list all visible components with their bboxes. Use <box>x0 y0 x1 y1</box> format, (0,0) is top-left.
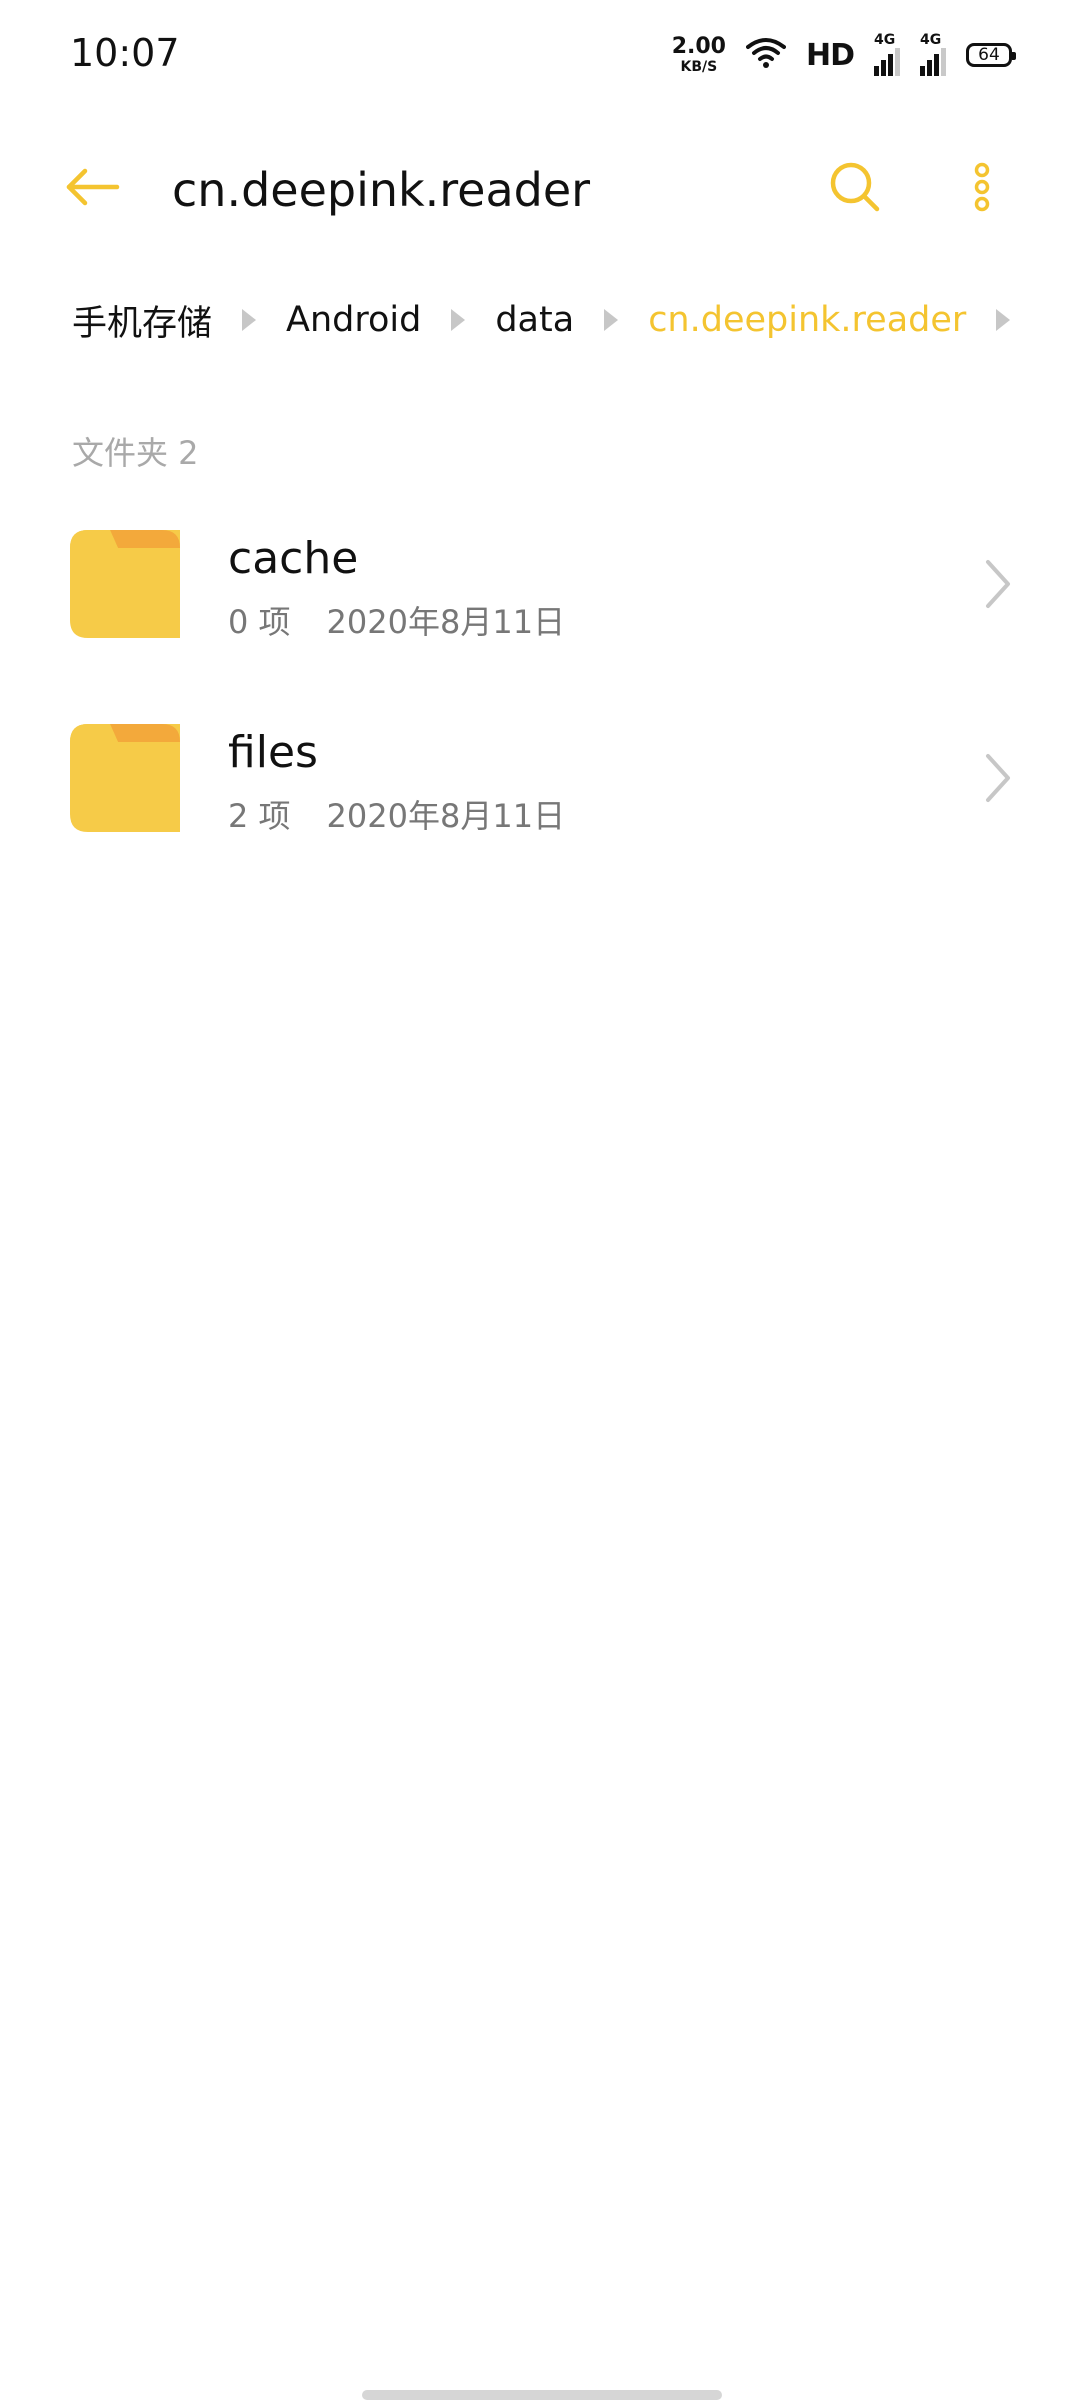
folder-date: 2020年8月11日 <box>326 797 566 835</box>
breadcrumb-item-current[interactable]: cn.deepink.reader <box>648 300 966 340</box>
more-options-button[interactable] <box>960 156 1004 222</box>
signal-sim2-label: 4G <box>920 32 942 48</box>
search-icon <box>827 159 883 219</box>
status-time: 10:07 <box>70 31 180 75</box>
signal-icon-sim1: 4G <box>874 32 900 76</box>
wifi-icon <box>745 37 786 73</box>
breadcrumb-item-data[interactable]: data <box>495 300 574 340</box>
folder-meta: 0 项 2020年8月11日 <box>228 600 565 644</box>
folder-list: cache 0 项 2020年8月11日 files 2 项 2020年8月11日 <box>0 510 1080 898</box>
arrow-left-icon <box>65 167 121 211</box>
status-bar: 10:07 2.00 KB/S HD 4G 4G 64 <box>0 0 1080 110</box>
breadcrumb-separator-icon <box>451 309 466 331</box>
hd-voice-indicator: HD <box>805 37 855 73</box>
folder-icon <box>70 528 180 638</box>
section-header-folders: 文件夹 2 <box>72 434 199 472</box>
breadcrumb-separator-icon <box>242 309 257 331</box>
list-item-folder-cache[interactable]: cache 0 项 2020年8月11日 <box>0 510 1080 704</box>
signal-icon-sim2: 4G <box>920 32 946 76</box>
folder-name: files <box>228 727 318 778</box>
breadcrumb-separator-icon <box>604 309 619 331</box>
signal-sim1-label: 4G <box>874 32 896 48</box>
breadcrumb-separator-icon <box>996 309 1011 331</box>
breadcrumb-item-phone-storage[interactable]: 手机存储 <box>72 295 212 346</box>
folder-meta: 2 项 2020年8月11日 <box>228 794 565 838</box>
page-title: cn.deepink.reader <box>172 163 591 217</box>
folder-item-count: 2 项 <box>228 797 291 835</box>
folder-item-count: 0 项 <box>228 603 291 641</box>
network-speed: 2.00 KB/S <box>671 34 726 75</box>
folder-date: 2020年8月11日 <box>326 603 566 641</box>
chevron-right-icon <box>980 750 1016 806</box>
list-item-folder-files[interactable]: files 2 项 2020年8月11日 <box>0 704 1080 898</box>
home-indicator[interactable] <box>362 2390 722 2400</box>
network-speed-unit: KB/S <box>680 59 718 75</box>
back-button[interactable] <box>60 156 126 222</box>
search-button[interactable] <box>822 156 888 222</box>
folder-name: cache <box>228 533 359 584</box>
app-bar: cn.deepink.reader <box>0 120 1080 260</box>
battery-icon: 64 <box>966 43 1016 67</box>
status-icons: 2.00 KB/S HD 4G 4G 64 <box>671 30 1016 80</box>
more-vertical-icon <box>972 162 992 216</box>
breadcrumb-item-android[interactable]: Android <box>286 300 421 340</box>
battery-level: 64 <box>978 45 1000 65</box>
folder-icon <box>70 722 180 832</box>
breadcrumb: 手机存储 Android data cn.deepink.reader <box>72 290 1040 350</box>
chevron-right-icon <box>980 556 1016 612</box>
network-speed-value: 2.00 <box>671 34 726 59</box>
